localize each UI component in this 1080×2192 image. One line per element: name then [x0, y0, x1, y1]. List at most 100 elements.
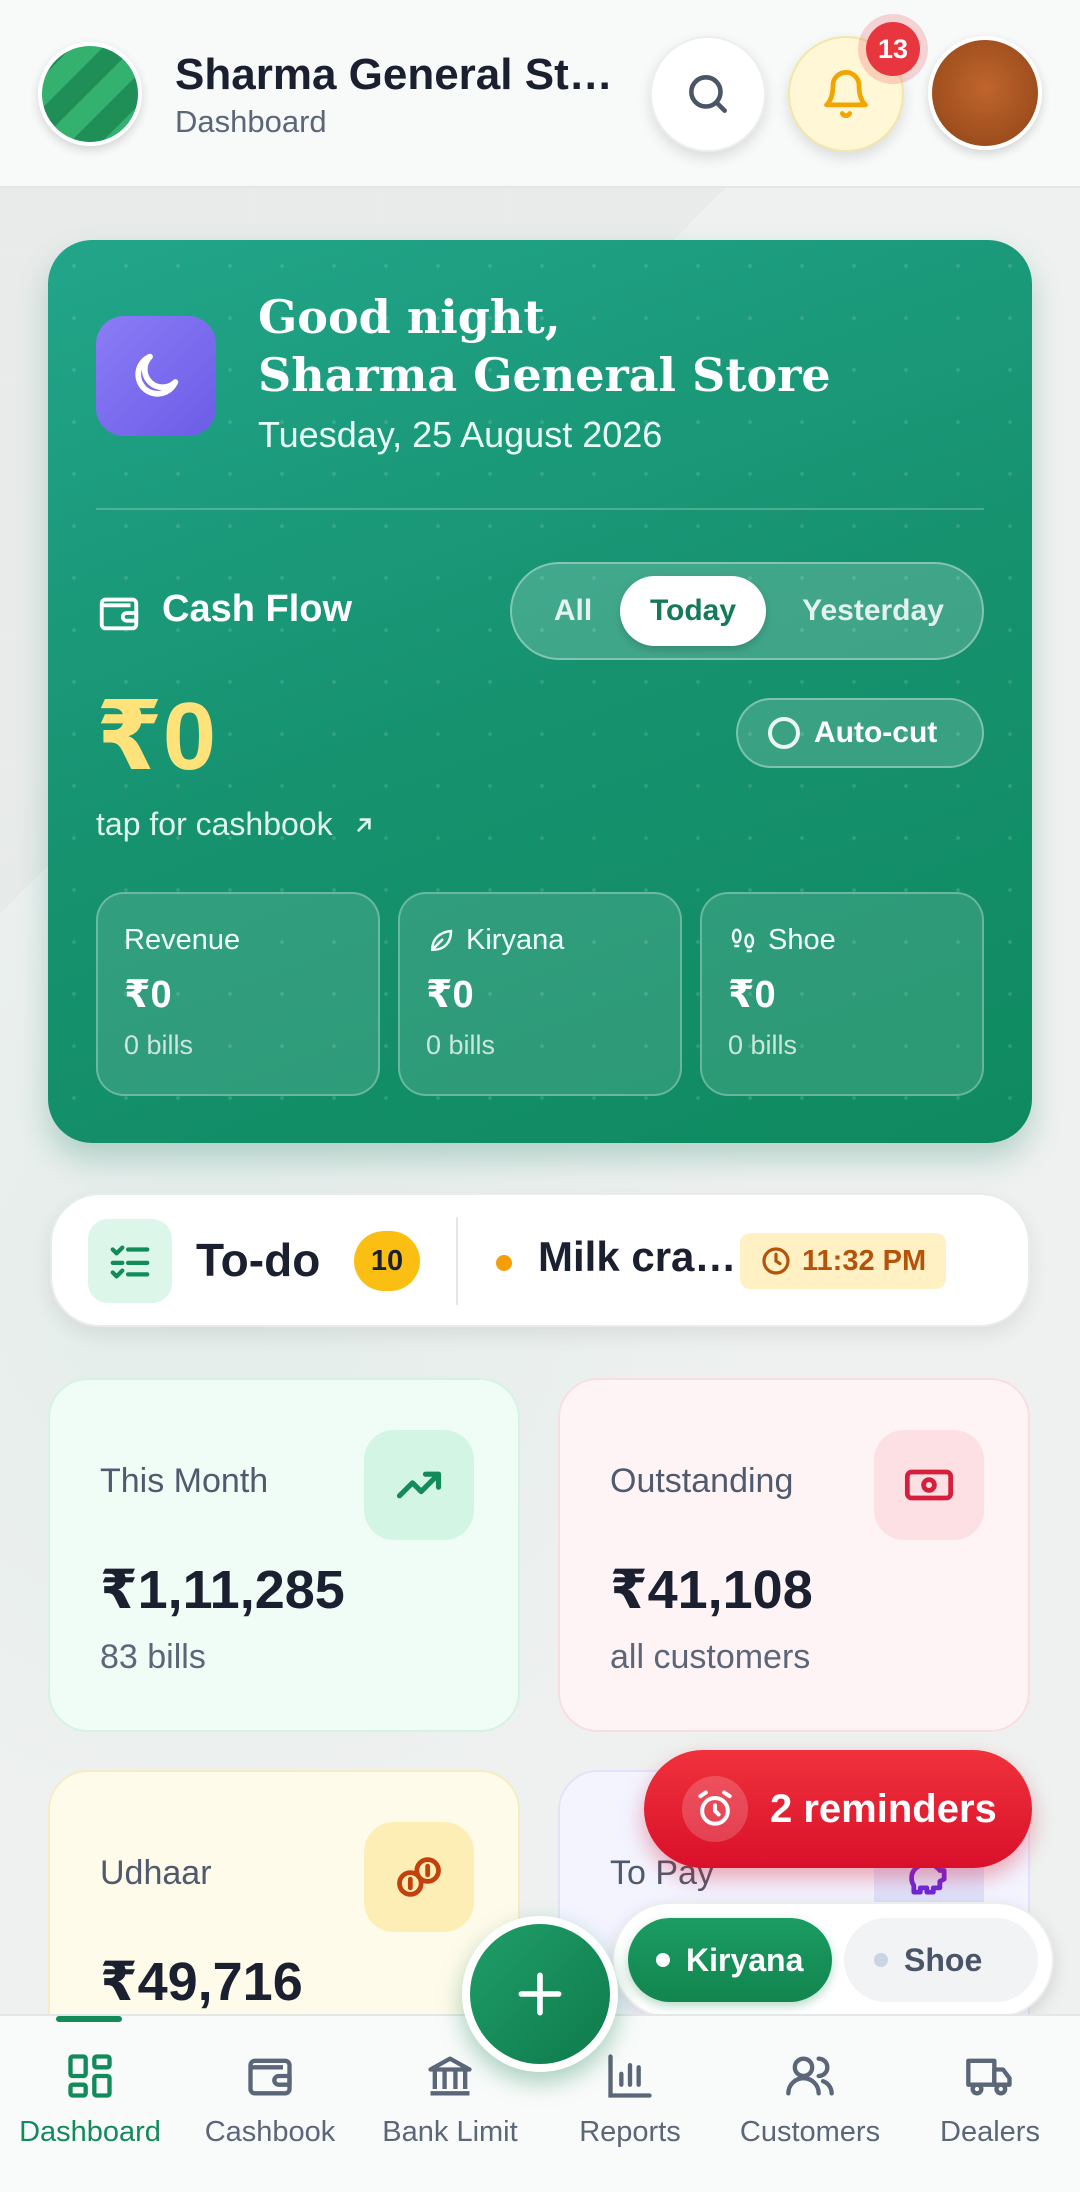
active-tab-indicator: [56, 2016, 122, 2022]
nav-label: Dealers: [940, 2116, 1040, 2148]
nav-dashboard[interactable]: Dashboard: [0, 2040, 180, 2149]
kiryana-label-text: Kiryana: [466, 924, 565, 956]
cashflow-amount[interactable]: ₹0: [96, 680, 216, 792]
store-tab-label: Kiryana: [686, 1941, 804, 1978]
todo-time-text: 11:32 PM: [802, 1244, 927, 1277]
radio-icon: [768, 717, 800, 749]
bell-icon: [824, 69, 868, 119]
checklist-icon: [110, 1245, 150, 1279]
revenue-label-text: Revenue: [124, 924, 241, 956]
todo-time-badge: 11:32 PM: [740, 1233, 947, 1289]
wallet-icon: [248, 2058, 292, 2096]
current-date: Tuesday, 25 August 2026: [258, 414, 663, 455]
kiryana-amount: ₹0: [426, 974, 474, 1016]
this-month-card[interactable]: This Month ₹1,11,285 83 bills: [48, 1378, 520, 1732]
reminders-button[interactable]: 2 reminders: [644, 1750, 1032, 1868]
divider: [96, 508, 984, 510]
filter-all[interactable]: All: [530, 576, 616, 646]
todo-count-badge: 10: [354, 1231, 420, 1291]
wallet-icon: [99, 597, 139, 631]
todo-task-text: Milk crate return: [538, 1233, 748, 1280]
stat-sub: all customers: [610, 1638, 811, 1676]
store-name: Sharma General Store: [175, 50, 635, 99]
moon-icon-box: [96, 316, 216, 436]
nav-label: Customers: [739, 2116, 881, 2148]
app-header: Sharma General Store Dashboard 13: [0, 0, 1080, 188]
banknote-icon-box: [874, 1430, 984, 1540]
inactive-dot: [874, 1953, 888, 1967]
notification-badge: 13: [866, 22, 920, 76]
search-button[interactable]: [650, 36, 766, 152]
bar-chart-icon: [608, 2054, 652, 2098]
nav-customers[interactable]: Customers: [720, 2040, 900, 2149]
greeting-card: Good night, Sharma General Store Tuesday…: [48, 240, 1032, 1143]
status-dot: [496, 1255, 512, 1271]
shoe-amount: ₹0: [728, 974, 776, 1016]
stat-value: ₹41,108: [610, 1560, 813, 1620]
greeting-line2: Sharma General Store: [258, 348, 831, 402]
store-logo[interactable]: [38, 42, 142, 146]
footprints-icon: [731, 928, 755, 952]
stat-label: This Month: [100, 1462, 269, 1500]
shoe-label-text: Shoe: [768, 924, 836, 956]
trend-icon-box: [364, 1430, 474, 1540]
nav-label: Bank Limit: [382, 2116, 518, 2148]
store-tab-shoe[interactable]: Shoe: [844, 1918, 1038, 2002]
todo-title: To-do: [196, 1234, 321, 1286]
kiryana-bills: 0 bills: [426, 1030, 496, 1060]
cashbook-link-label: tap for cashbook: [96, 806, 333, 842]
outstanding-card[interactable]: Outstanding ₹41,108 all customers: [558, 1378, 1030, 1732]
dashboard-icon: [68, 2054, 112, 2098]
active-dot: [656, 1953, 670, 1967]
revenue-bills: 0 bills: [124, 1030, 194, 1060]
greeting-line1: Good night,: [258, 290, 561, 344]
page-subtitle: Dashboard: [175, 104, 327, 139]
store-tab-kiryana[interactable]: Kiryana: [628, 1918, 832, 2002]
divider: [456, 1217, 458, 1305]
stat-value: ₹49,716: [100, 1952, 303, 2012]
nav-label: Dashboard: [19, 2116, 161, 2148]
bank-icon: [428, 2056, 472, 2096]
coins-icon: [397, 1857, 441, 1897]
stat-label: Outstanding: [610, 1462, 794, 1500]
shoe-card[interactable]: Shoe ₹0 0 bills: [700, 892, 984, 1096]
revenue-amount: ₹0: [124, 974, 172, 1016]
arrow-up-right-icon: [356, 817, 371, 832]
filter-today[interactable]: Today: [620, 576, 766, 646]
alarm-clock-icon: [698, 1790, 732, 1826]
nav-label: Cashbook: [204, 2116, 336, 2148]
cashflow-period-toggle: All Today Yesterday: [510, 562, 984, 660]
leaf-icon: [430, 929, 453, 951]
stat-value: ₹1,11,285: [100, 1560, 345, 1620]
nav-cashbook[interactable]: Cashbook: [180, 2040, 360, 2149]
greeting-text: Good night, Sharma General Store: [258, 288, 831, 404]
stat-sub: 83 bills: [100, 1638, 206, 1676]
users-icon: [786, 2056, 834, 2096]
avatar[interactable]: [928, 36, 1042, 150]
cashflow-title: Cash Flow: [162, 588, 353, 630]
plus-icon: [518, 1972, 562, 2016]
autocut-toggle[interactable]: Auto-cut: [736, 698, 984, 768]
nav-label: Reports: [579, 2116, 681, 2148]
store-switch: Kiryana Shoe: [612, 1902, 1054, 2018]
stat-label: Udhaar: [100, 1854, 212, 1892]
nav-dealers[interactable]: Dealers: [900, 2040, 1080, 2149]
trending-up-icon: [396, 1471, 442, 1499]
clock-icon: [762, 1247, 790, 1275]
revenue-label: Revenue: [124, 924, 240, 957]
filter-yesterday[interactable]: Yesterday: [774, 576, 972, 646]
banknote-icon: [904, 1469, 954, 1501]
add-button[interactable]: [462, 1916, 618, 2072]
revenue-card[interactable]: Revenue ₹0 0 bills: [96, 892, 380, 1096]
cashbook-link[interactable]: tap for cashbook: [96, 806, 377, 843]
kiryana-card[interactable]: Kiryana ₹0 0 bills: [398, 892, 682, 1096]
search-icon: [689, 75, 727, 113]
shoe-label: Shoe: [728, 924, 836, 957]
moon-icon: [135, 353, 179, 397]
reminders-label: 2 reminders: [770, 1786, 997, 1831]
todo-bar[interactable]: To-do 10 Milk crate return 11:32 PM: [50, 1193, 1030, 1327]
alarm-icon-wrap: [682, 1776, 748, 1842]
truck-icon: [966, 2058, 1012, 2096]
shoe-bills: 0 bills: [728, 1030, 798, 1060]
store-tab-label: Shoe: [904, 1941, 983, 1978]
